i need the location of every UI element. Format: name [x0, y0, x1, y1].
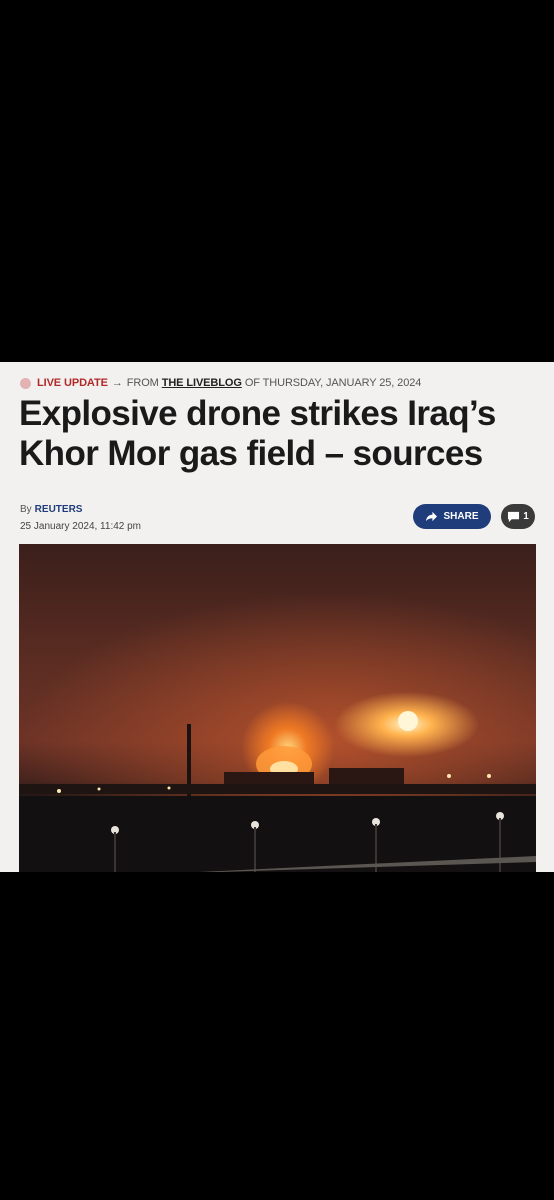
article-headline: Explosive drone strikes Iraq’s Khor Mor … — [19, 394, 496, 473]
article-hero-image — [19, 544, 536, 872]
comments-button[interactable]: 1 — [501, 504, 535, 529]
comment-count: 1 — [523, 511, 529, 522]
live-update-label: LIVE UPDATE — [37, 377, 108, 389]
night-fire-scene-illustration — [19, 711, 536, 872]
liveblog-link[interactable]: THE LIVEBLOG — [162, 377, 242, 389]
live-dot-icon — [20, 377, 31, 389]
arrow-right-icon: → — [111, 377, 123, 389]
author-link[interactable]: REUTERS — [35, 504, 83, 515]
byline-prefix: By — [20, 504, 32, 515]
comment-bubble-icon — [508, 511, 520, 522]
publish-timestamp: 25 January 2024, 11:42 pm — [20, 521, 142, 532]
share-arrow-icon — [426, 511, 438, 522]
article-card: LIVE UPDATE → FROM THE LIVEBLOG OF THURS… — [0, 362, 554, 872]
liveblog-date: OF THURSDAY, JANUARY 25, 2024 — [244, 377, 422, 389]
byline: By REUTERS — [20, 504, 82, 515]
live-update-kicker: LIVE UPDATE → FROM THE LIVEBLOG OF THURS… — [20, 376, 421, 390]
share-button[interactable]: SHARE — [413, 504, 491, 529]
share-label: SHARE — [443, 511, 479, 522]
from-label: FROM — [126, 377, 159, 389]
